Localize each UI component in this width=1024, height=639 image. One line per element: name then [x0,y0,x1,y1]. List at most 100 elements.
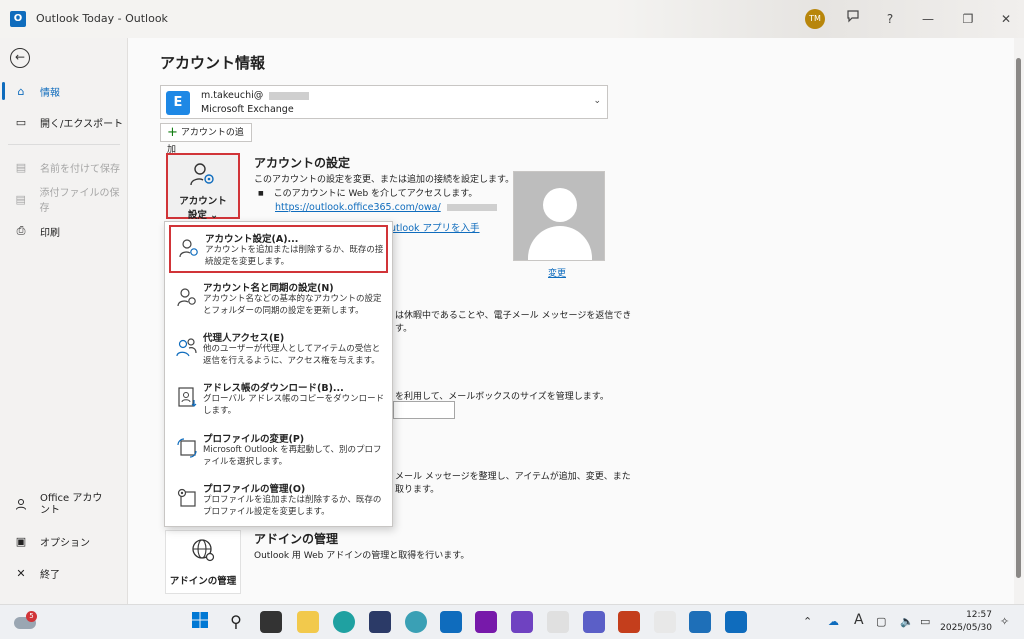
search-icon[interactable]: ⚲ [225,611,247,633]
account-settings-icon [177,237,201,261]
sidebar-item-options[interactable]: ▣ オプション [0,528,127,554]
manage-profiles-icon [177,488,196,507]
add-account-button[interactable]: + アカウントの追加 [160,123,252,155]
delegate-people-icon [175,336,199,360]
manage-addins-title: アドインの管理 [254,532,339,546]
sidebar-item-save-attachments: ▤ 添付ファイルの保存 [0,186,127,214]
menu-item-description: 他のユーザーが代理人としてアイテムの受信と返信を行えるように、アクセス権を与えま… [203,344,381,366]
store-icon[interactable] [369,611,391,633]
close-icon: ✕ [16,566,26,580]
change-photo-link[interactable]: 変更 [548,266,566,279]
notification-bell-icon[interactable]: ✧ [1000,615,1009,628]
save-as-icon: ▤ [15,160,27,174]
sidebar-item-label: 名前を付けて保存 [40,163,120,175]
copilot-icon[interactable] [405,611,427,633]
manage-profiles-icon [175,487,199,511]
network-icon[interactable]: ▢ [876,615,886,628]
account-selector[interactable]: E m.takeuchi@ Microsoft Exchange ⌄ [160,85,608,119]
clipchamp-icon[interactable] [689,611,711,633]
sidebar-item-label: 終了 [40,569,60,581]
feedback-icon[interactable] [843,9,863,29]
auto-reply-description-cont: す。 [395,324,413,334]
outlook-app-icon: O [10,11,26,27]
exchange-icon: E [166,91,190,115]
sidebar-item-label: 添付ファイルの保存 [39,188,120,214]
get-outlook-app-link[interactable]: utlook アプリを入手 [390,220,480,234]
redacted-text [269,91,310,100]
sidebar-item-open-export[interactable]: ▭ 開く/エクスポート [0,109,127,135]
start-icon[interactable] [189,611,211,633]
battery-icon[interactable]: ▭ [920,615,930,628]
user-avatar[interactable]: TM [805,9,825,29]
menu-item-title: プロファイルの管理(O) [203,484,306,495]
menu-item-download-address-book[interactable]: アドレス帳のダウンロード(B)... グローバル アドレス帳のコピーをダウンロー… [169,376,388,424]
sidebar-item-label: 印刷 [40,227,60,239]
menu-item-description: Microsoft Outlook を再起動して、別のプロファイルを選択します。 [203,445,382,467]
menu-item-change-profile[interactable]: プロファイルの変更(P) Microsoft Outlook を再起動して、別の… [169,427,388,475]
account-settings-button[interactable]: アカウント 設定 ⌄ [166,153,240,221]
m365-icon[interactable] [511,611,533,633]
restore-button[interactable]: ❐ [958,9,978,29]
account-settings-icon [190,163,214,186]
home-icon: ⌂ [17,84,25,98]
manage-addins-button[interactable]: アドインの管理 [165,530,241,594]
menu-item-title: アカウント設定(A)... [205,234,299,245]
weather-widget[interactable]: 5 [14,611,37,633]
tile-label: 設定 ⌄ [187,210,219,221]
menu-item-delegate-access[interactable]: 代理人アクセス(E) 他のユーザーが代理人としてアイテムの受信と返信を行えるよう… [169,326,388,374]
powerpoint-icon[interactable] [618,611,640,633]
font-icon[interactable]: A [854,612,864,628]
speaker-icon[interactable]: 🔈 [900,615,914,628]
account-sync-icon [175,286,199,310]
sidebar-item-label: Office アカウント [40,493,103,516]
menu-item-account-name-sync[interactable]: アカウント名と同期の設定(N) アカウント名などの基本的なアカウントの設定とフォ… [169,276,388,324]
sidebar-item-info[interactable]: ⌂ 情報 [0,78,127,104]
menu-item-account-settings[interactable]: アカウント設定(A)... アカウントを追加または削除するか、既存の接続設定を変… [169,225,388,273]
sidebar-item-exit[interactable]: ✕ 終了 [0,560,127,586]
delegate-people-icon [176,338,197,357]
address-book-icon [178,387,197,407]
clock-time: 12:57 [966,610,992,620]
menu-item-description: グローバル アドレス帳のコピーをダウンロードします。 [203,394,385,416]
onenote-icon[interactable] [475,611,497,633]
snipping-tool-icon[interactable] [654,611,676,633]
account-email: m.takeuchi@ [201,90,310,101]
account-type: Microsoft Exchange [201,104,294,115]
rules-description-cont: 取ります。 [395,485,440,495]
teams-icon[interactable] [583,611,605,633]
owa-link[interactable]: https://outlook.office365.com/owa/ [275,202,497,213]
help-button[interactable]: ? [880,9,900,29]
file-explorer-icon[interactable] [297,611,319,633]
windows-taskbar: 5 ⚲ ⌃ ☁ A ▢ 🔈 ▭ 12:57 2025/05/30 ✧ [0,604,1024,639]
scrollbar-thumb[interactable] [1016,58,1021,578]
minimize-button[interactable]: — [918,9,938,29]
task-view-icon[interactable] [260,611,282,633]
system-clock[interactable]: 12:57 2025/05/30 [940,609,992,635]
menu-item-title: プロファイルの変更(P) [203,434,305,445]
outlook-active-icon[interactable] [725,611,747,633]
rules-description: メール メッセージを整理し、アイテムが追加、変更、また [395,472,631,482]
menu-item-manage-profiles[interactable]: プロファイルの管理(O) プロファイルを追加または削除するか、既存のプロファイル… [169,477,388,525]
menu-item-title: アカウント名と同期の設定(N) [203,283,334,294]
tile-label: アカウント [179,196,227,207]
windows-logo-icon [192,612,208,628]
back-arrow-icon[interactable]: ← [10,48,30,68]
account-settings-icon [168,161,238,193]
printer-icon: ⎙ [16,224,26,237]
options-icon: ▣ [15,534,27,548]
close-button[interactable]: ✕ [996,9,1016,29]
person-icon [12,498,30,513]
chevron-down-icon: ⌄ [210,210,219,221]
account-settings-icon [179,239,198,258]
account-settings-menu: アカウント設定(A)... アカウントを追加または削除するか、既存の接続設定を変… [164,221,393,527]
menu-item-description: アカウントを追加または削除するか、既存の接続設定を変更します。 [205,245,384,267]
sidebar-item-print[interactable]: ⎙ 印刷 [0,218,127,244]
account-settings-title: アカウントの設定 [254,156,351,170]
vertical-scrollbar[interactable] [1014,38,1024,604]
chevron-up-icon[interactable]: ⌃ [803,615,812,628]
sidebar-item-office-account[interactable]: Office アカウント [0,488,127,522]
outlook-taskbar-icon[interactable] [440,611,462,633]
edge-icon[interactable] [333,611,355,633]
slack-icon[interactable] [547,611,569,633]
onedrive-icon[interactable]: ☁ [828,615,839,628]
